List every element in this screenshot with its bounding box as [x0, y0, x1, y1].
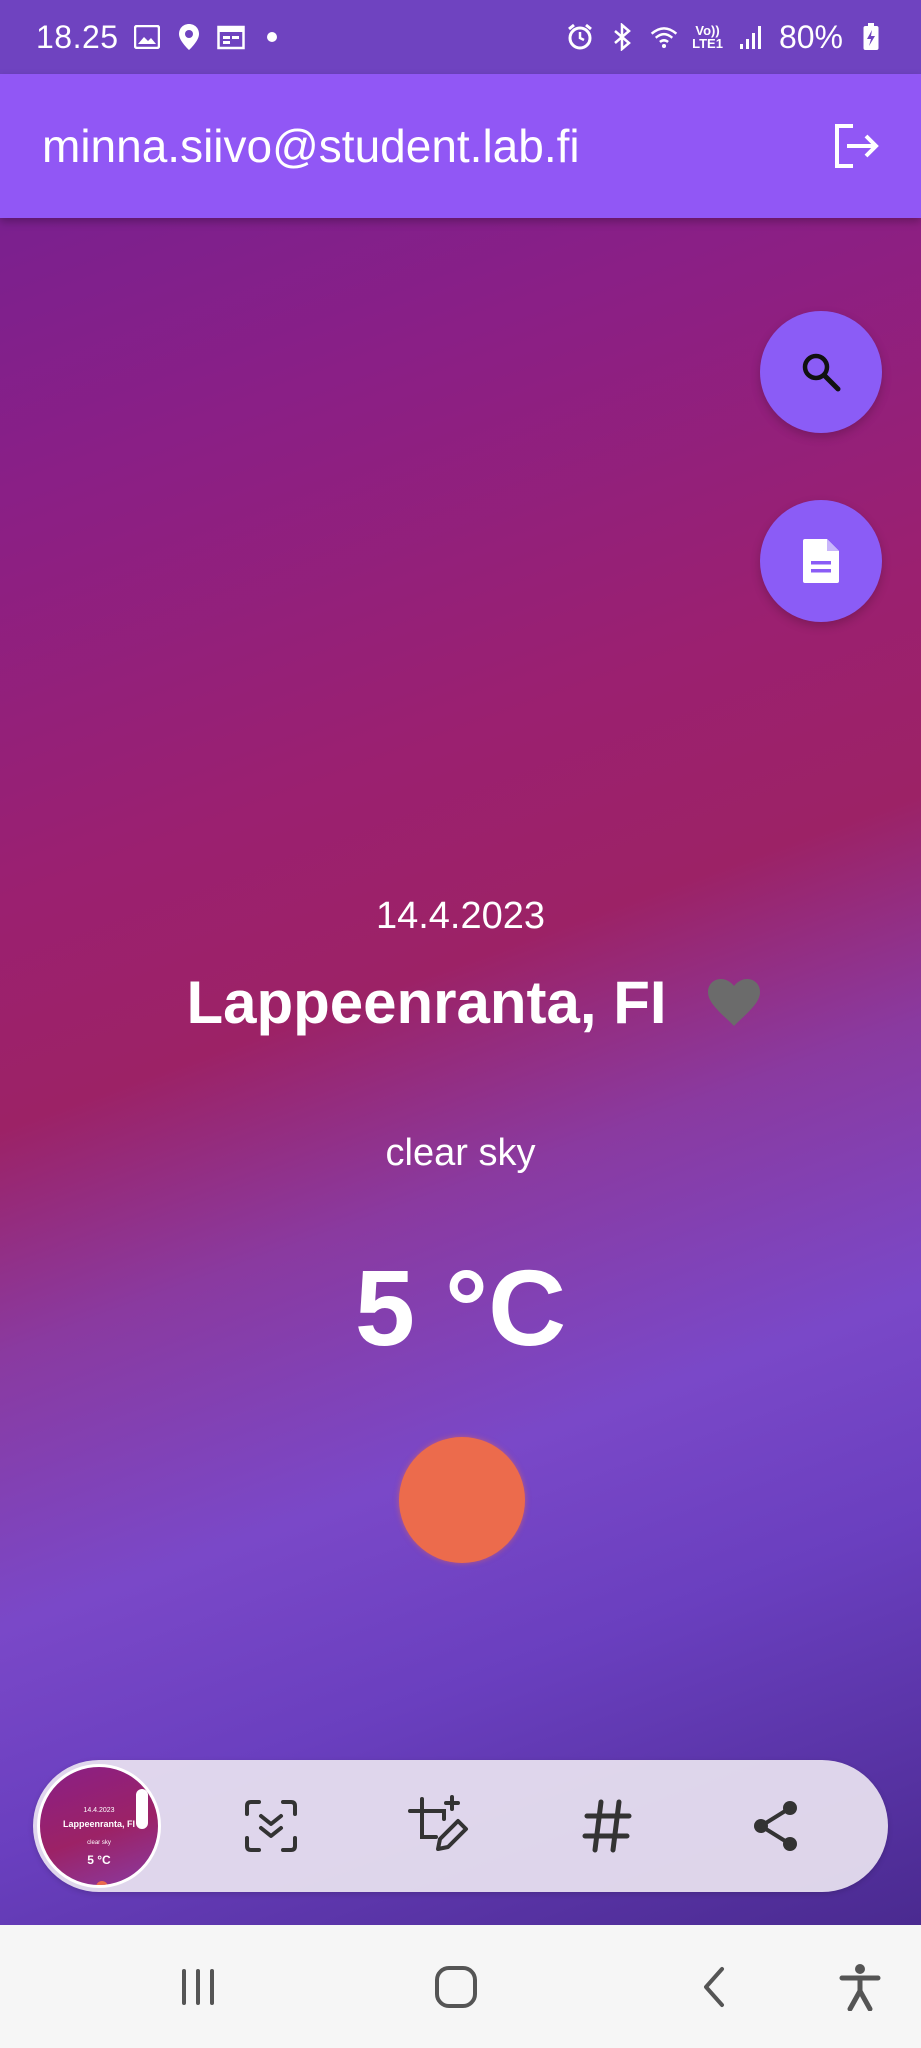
logout-icon: [835, 124, 879, 168]
favorite-button[interactable]: [705, 976, 763, 1030]
search-icon: [802, 353, 841, 392]
sun-icon: [399, 1437, 525, 1563]
recent-apps-button[interactable]: [166, 1955, 230, 2019]
recent-apps-icon: [182, 1969, 214, 2005]
logout-button[interactable]: [825, 116, 885, 176]
alarm-icon: [566, 23, 594, 51]
thumbnail-sun: [96, 1881, 108, 1885]
gallery-icon: [133, 23, 161, 51]
document-fab-button[interactable]: [760, 500, 882, 622]
weather-date: 14.4.2023: [375, 895, 546, 937]
status-time: 18.25: [36, 18, 119, 55]
lte-label: LTE1: [692, 36, 723, 51]
search-fab-button[interactable]: [760, 311, 882, 433]
system-navigation-bar: [0, 1925, 921, 2048]
notification-dot: [266, 32, 277, 42]
scroll-capture-button[interactable]: [231, 1786, 311, 1866]
screenshot-thumbnail[interactable]: 14.4.2023 Lappeenranta, FI clear sky 5 °…: [37, 1764, 161, 1888]
status-bar: 18.25 Vo)) LTE1 80%: [0, 0, 921, 74]
scroll-capture-icon: [245, 1800, 297, 1852]
accessibility-button[interactable]: [828, 1955, 892, 2019]
accessibility-icon: [839, 1964, 881, 2011]
weather-description: clear sky: [385, 1132, 536, 1174]
volte-lte-indicator: Vo)) LTE1: [692, 24, 723, 50]
signal-icon: [737, 23, 765, 51]
calendar-icon: [216, 23, 245, 51]
crop-edit-icon: [408, 1795, 468, 1851]
status-right: Vo)) LTE1 80%: [566, 19, 885, 56]
city-row: Lappeenranta, FI: [0, 968, 921, 1037]
thumbnail-description: clear sky: [87, 1840, 111, 1846]
share-icon: [754, 1801, 797, 1851]
crop-edit-button[interactable]: [399, 1786, 479, 1866]
battery-percentage: 80%: [778, 18, 843, 55]
app-bar-title: minna.siivo@student.lab.fi: [42, 120, 580, 172]
temperature: 5 °C: [354, 1247, 567, 1368]
back-button[interactable]: [682, 1955, 746, 2019]
back-icon: [704, 1967, 724, 2007]
location-icon: [175, 23, 203, 51]
home-icon: [435, 1966, 477, 2008]
thumbnail-handle: [136, 1789, 148, 1829]
home-button[interactable]: [424, 1955, 488, 2019]
hashtag-icon: [582, 1799, 632, 1853]
thumbnail-temperature: 5 °C: [87, 1853, 111, 1867]
share-button[interactable]: [736, 1786, 816, 1866]
hashtag-button[interactable]: [567, 1786, 647, 1866]
bluetooth-icon: [608, 23, 636, 51]
screenshot-toolbar: 14.4.2023 Lappeenranta, FI clear sky 5 °…: [33, 1760, 888, 1892]
weather-background: [0, 0, 921, 1925]
document-icon: [803, 539, 839, 583]
city-name: Lappeenranta, FI: [186, 969, 667, 1036]
thumbnail-content: 14.4.2023 Lappeenranta, FI clear sky 5 °…: [40, 1767, 158, 1885]
screen: 18.25 Vo)) LTE1 80% minna.siivo@student.…: [0, 0, 921, 2048]
wifi-icon: [650, 23, 678, 51]
status-left: 18.25: [36, 19, 277, 56]
battery-charging-icon: [857, 23, 885, 51]
app-bar: minna.siivo@student.lab.fi: [0, 74, 921, 218]
heart-icon: [707, 978, 760, 1026]
